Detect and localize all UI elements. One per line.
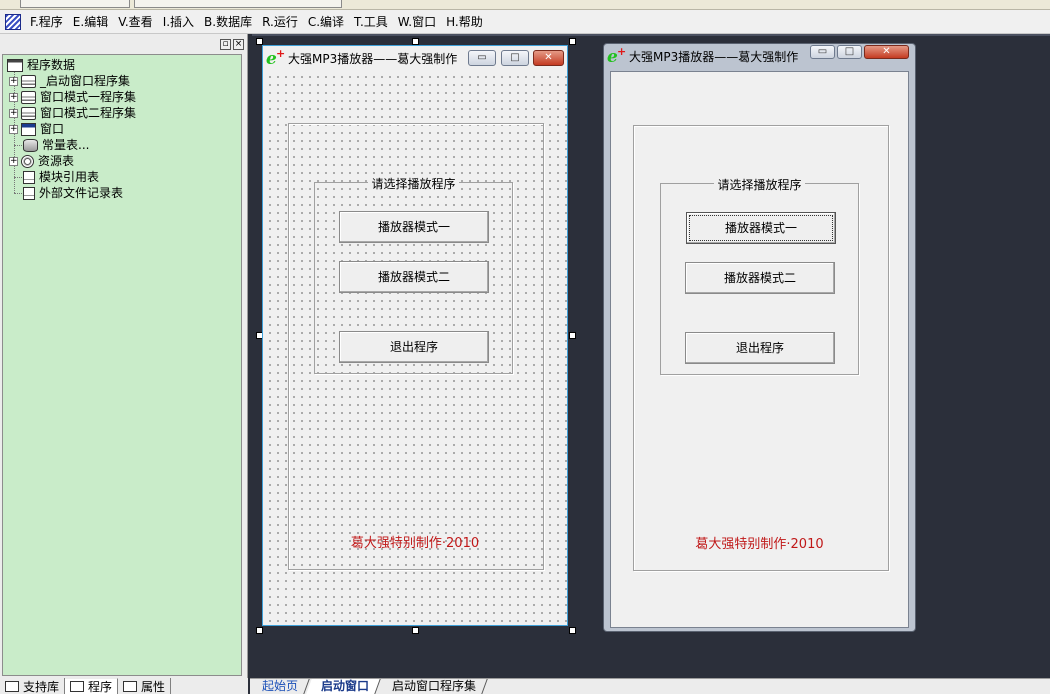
tab-program[interactable]: 程序: [65, 678, 119, 694]
tab-start-page[interactable]: 起始页: [247, 679, 310, 694]
class-stack-icon: [21, 74, 36, 88]
menu-run[interactable]: R.运行: [257, 10, 303, 34]
menu-edit[interactable]: E.编辑: [68, 10, 113, 34]
menu-bar: F.程序 E.编辑 V.查看 I.插入 B.数据库 R.运行 C.编译 T.工具…: [0, 10, 1050, 34]
mode-one-button[interactable]: 播放器模式一: [339, 211, 489, 243]
module-icon: [23, 170, 35, 184]
class-stack-icon: [21, 90, 36, 104]
mode-two-button[interactable]: 播放器模式二: [339, 261, 489, 293]
group-title: 请选择播放程序: [714, 178, 805, 192]
program-data-icon: [7, 58, 23, 72]
window-icon: [21, 122, 36, 136]
file-icon: [23, 186, 35, 200]
tab-startup-window[interactable]: 启动窗口: [306, 679, 381, 694]
tree-item-constants[interactable]: 常量表...: [23, 137, 89, 153]
project-tree: 程序数据 + _启动窗口程序集 + 窗口模式一程序集 + 窗口模式二程序集 + …: [2, 54, 242, 676]
tree-item-external-files[interactable]: 外部文件记录表: [23, 185, 123, 201]
group-title: 请选择播放程序: [368, 177, 459, 191]
e-language-icon: e +: [266, 47, 286, 69]
menu-program[interactable]: F.程序: [25, 10, 68, 34]
app-icon[interactable]: [5, 13, 21, 30]
close-button[interactable]: ✕: [533, 50, 564, 66]
runtime-form-window[interactable]: e + 大强MP3播放器——葛大强制作 ▭ □ ✕ 请选择播放程序 播放器模式一 …: [603, 43, 916, 632]
tree-item-module-refs[interactable]: 模块引用表: [23, 169, 99, 185]
library-icon: [5, 680, 19, 692]
resize-handle-e[interactable]: [569, 332, 576, 339]
properties-icon: [123, 680, 138, 692]
project-pane: ▫ × 程序数据 + _启动窗口程序集 + 窗口模式一程序集 + 窗口模式二程序…: [0, 34, 248, 680]
expand-icon[interactable]: +: [9, 156, 18, 166]
resize-handle-s[interactable]: [412, 627, 419, 634]
expand-icon[interactable]: +: [9, 108, 18, 118]
tree-item-mode2-class[interactable]: + 窗口模式二程序集: [9, 105, 136, 121]
design-top-border: [252, 34, 1050, 36]
mode-one-button[interactable]: 播放器模式一: [686, 212, 836, 244]
pane-caption: ▫ ×: [0, 36, 246, 50]
credit-label: 葛大强特别制作·2010: [695, 537, 824, 552]
document-tabs: 起始页 启动窗口 启动窗口程序集: [247, 678, 1050, 694]
design-form-client[interactable]: 请选择播放程序 播放器模式一 播放器模式二 退出程序 葛大强特别制作·2010: [263, 70, 567, 625]
tab-properties[interactable]: 属性: [118, 678, 172, 694]
resize-handle-sw[interactable]: [256, 627, 263, 634]
tab-support-library[interactable]: 支持库: [0, 678, 66, 694]
database-icon: [23, 138, 38, 152]
minimize-button[interactable]: ▭: [468, 50, 496, 66]
tree-item-resources[interactable]: + 资源表: [9, 153, 74, 169]
menu-help[interactable]: H.帮助: [441, 10, 488, 34]
maximize-button[interactable]: □: [837, 45, 862, 59]
resize-handle-ne[interactable]: [569, 38, 576, 45]
pin-icon[interactable]: ▫: [220, 39, 231, 50]
program-icon: [70, 681, 85, 692]
menu-database[interactable]: B.数据库: [199, 10, 257, 34]
credit-label: 葛大强特别制作·2010: [350, 536, 480, 551]
exit-button[interactable]: 退出程序: [685, 332, 835, 364]
resource-icon: [21, 154, 34, 168]
menu-insert[interactable]: I.插入: [158, 10, 199, 34]
tree-item-window[interactable]: + 窗口: [9, 121, 64, 137]
tab-startup-window-class[interactable]: 启动窗口程序集: [377, 679, 488, 694]
menu-window[interactable]: W.窗口: [393, 10, 441, 34]
minimize-button[interactable]: ▭: [810, 45, 835, 59]
pane-tabs: 支持库 程序 属性: [0, 678, 248, 694]
menu-view[interactable]: V.查看: [113, 10, 157, 34]
maximize-button[interactable]: □: [501, 50, 529, 66]
resize-handle-se[interactable]: [569, 627, 576, 634]
design-form-window[interactable]: e + 大强MP3播放器——葛大强制作 ▭ □ ✕ 请选择播放程序 播放器模式一 …: [262, 45, 568, 626]
expand-icon[interactable]: +: [9, 92, 18, 102]
exit-button[interactable]: 退出程序: [339, 331, 489, 363]
menu-tools[interactable]: T.工具: [349, 10, 393, 34]
tree-root[interactable]: 程序数据: [7, 57, 75, 73]
pane-close-icon[interactable]: ×: [233, 39, 244, 50]
tree-item-mode1-class[interactable]: + 窗口模式一程序集: [9, 89, 136, 105]
runtime-form-client[interactable]: 请选择播放程序 播放器模式一 播放器模式二 退出程序 葛大强特别制作·2010: [610, 71, 909, 628]
e-language-icon: e +: [607, 45, 627, 67]
resize-handle-n[interactable]: [412, 38, 419, 45]
mode-two-button[interactable]: 播放器模式二: [685, 262, 835, 294]
toolbar-segment[interactable]: [20, 0, 130, 8]
toolbar-segment[interactable]: [134, 0, 342, 8]
expand-icon[interactable]: +: [9, 124, 18, 134]
expand-icon[interactable]: +: [9, 76, 18, 86]
form-title: 大强MP3播放器——葛大强制作: [288, 51, 458, 66]
resize-handle-nw[interactable]: [256, 38, 263, 45]
form-title: 大强MP3播放器——葛大强制作: [629, 49, 799, 64]
tree-item-startup-class[interactable]: + _启动窗口程序集: [9, 73, 130, 89]
close-button[interactable]: ✕: [864, 45, 909, 59]
menu-compile[interactable]: C.编译: [303, 10, 349, 34]
class-stack-icon: [21, 106, 36, 120]
toolbar-strip: [0, 0, 1050, 10]
